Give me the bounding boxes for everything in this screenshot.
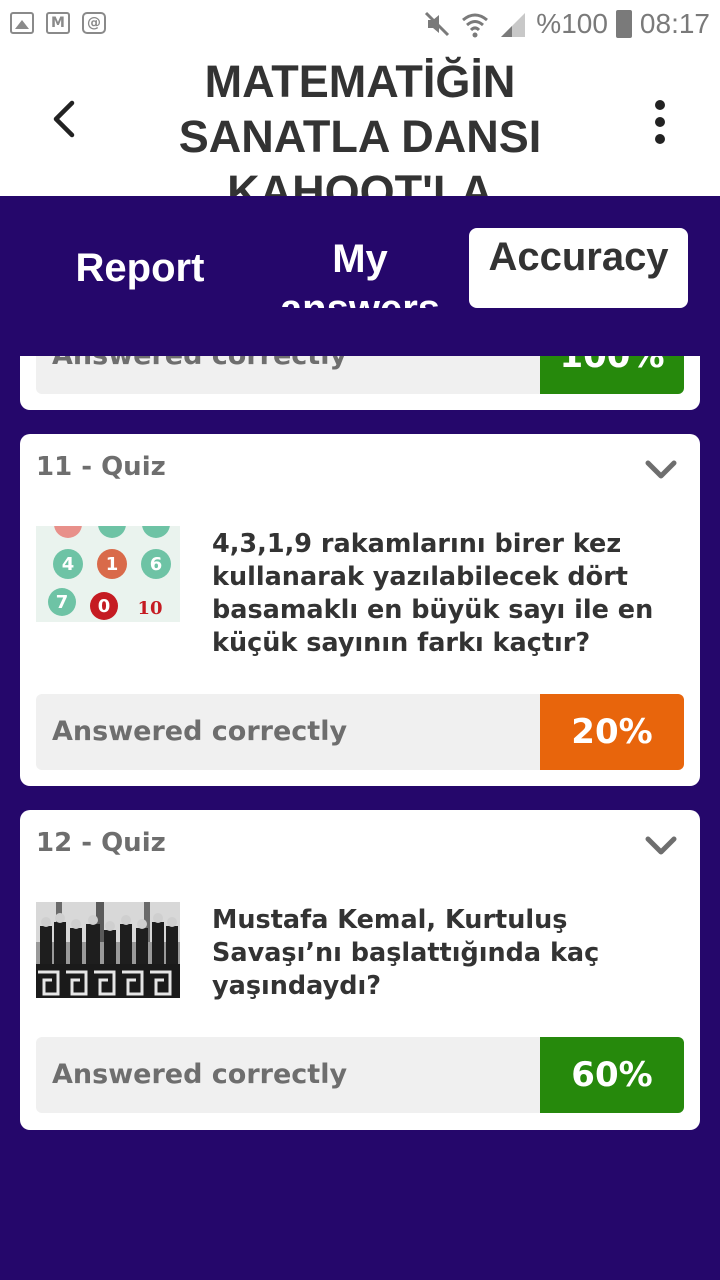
answered-correctly-label: Answered correctly [52,1059,348,1090]
wifi-icon [462,13,489,38]
system-icons: %100 08:17 [422,8,710,40]
question-text: Mustafa Kemal, Kurtuluş Savaşı’nı başlat… [212,905,600,1001]
question-text: 4,3,1,9 rakamlarını birer kez kullanarak… [212,529,654,658]
app-bar: MATEMATİĞİN SANATLA DANSI KAHOOT'LA [0,48,720,196]
page-title: MATEMATİĞİN SANATLA DANSI KAHOOT'LA [178,56,542,196]
chevron-left-icon [53,100,75,138]
question-card[interactable]: 11 - Quiz 4 1 6 7 0 10 4,3,1,9 rakamları… [20,434,700,786]
svg-text:0: 0 [98,596,111,617]
answer-stat-row: Answered correctly 20% [36,694,684,770]
battery-icon [615,10,632,38]
question-number-label: 12 - Quiz [36,828,166,858]
accuracy-percent: 60% [540,1037,684,1113]
accuracy-percent: 100% [540,356,684,394]
tab-my-answers[interactable]: My answers [260,228,460,308]
svg-text:1: 1 [106,554,119,575]
more-options-button[interactable] [640,94,680,150]
numbers-image: 4 1 6 7 0 10 [36,526,180,622]
more-vertical-icon [655,100,665,144]
tab-report[interactable]: Report [30,228,250,308]
question-number-label: 11 - Quiz [36,452,166,482]
clock: 08:17 [639,8,710,39]
historical-photo-image [36,902,180,998]
notification-icons: M @ [10,12,106,34]
svg-text:4: 4 [62,554,75,575]
mute-icon [425,11,450,37]
answer-stat-row: Answered correctly 60% [36,1037,684,1113]
at-sign-icon: @ [82,12,106,34]
question-image: 4 1 6 7 0 10 [36,526,180,622]
svg-text:6: 6 [150,554,163,575]
answered-correctly-label: Answered correctly [52,356,347,394]
chevron-down-icon[interactable] [644,834,678,858]
back-button[interactable] [40,94,90,144]
answer-stat-row: Answered correctly 100% [36,356,684,394]
image-icon [10,12,34,34]
question-image [36,902,180,998]
question-card[interactable]: 12 - Quiz Mustafa Kemal, Kurtuluş Savaşı… [20,810,700,1130]
signal-icon [501,13,526,37]
chevron-down-icon[interactable] [644,458,678,482]
tab-accuracy[interactable]: Accuracy [469,228,688,308]
accuracy-list[interactable]: Answered correctly 100% 11 - Quiz 4 1 6 [0,356,720,1280]
status-bar: M @ %100 08:17 [0,0,720,48]
answered-correctly-label: Answered correctly [52,716,348,747]
question-card[interactable]: Answered correctly 100% [20,356,700,410]
gmail-icon: M [46,12,70,34]
svg-text:7: 7 [56,592,69,613]
svg-text:10: 10 [137,598,162,619]
tab-bar: Report My answers Accuracy [0,196,720,356]
accuracy-percent: 20% [540,694,684,770]
battery-percent: %100 [536,8,608,39]
